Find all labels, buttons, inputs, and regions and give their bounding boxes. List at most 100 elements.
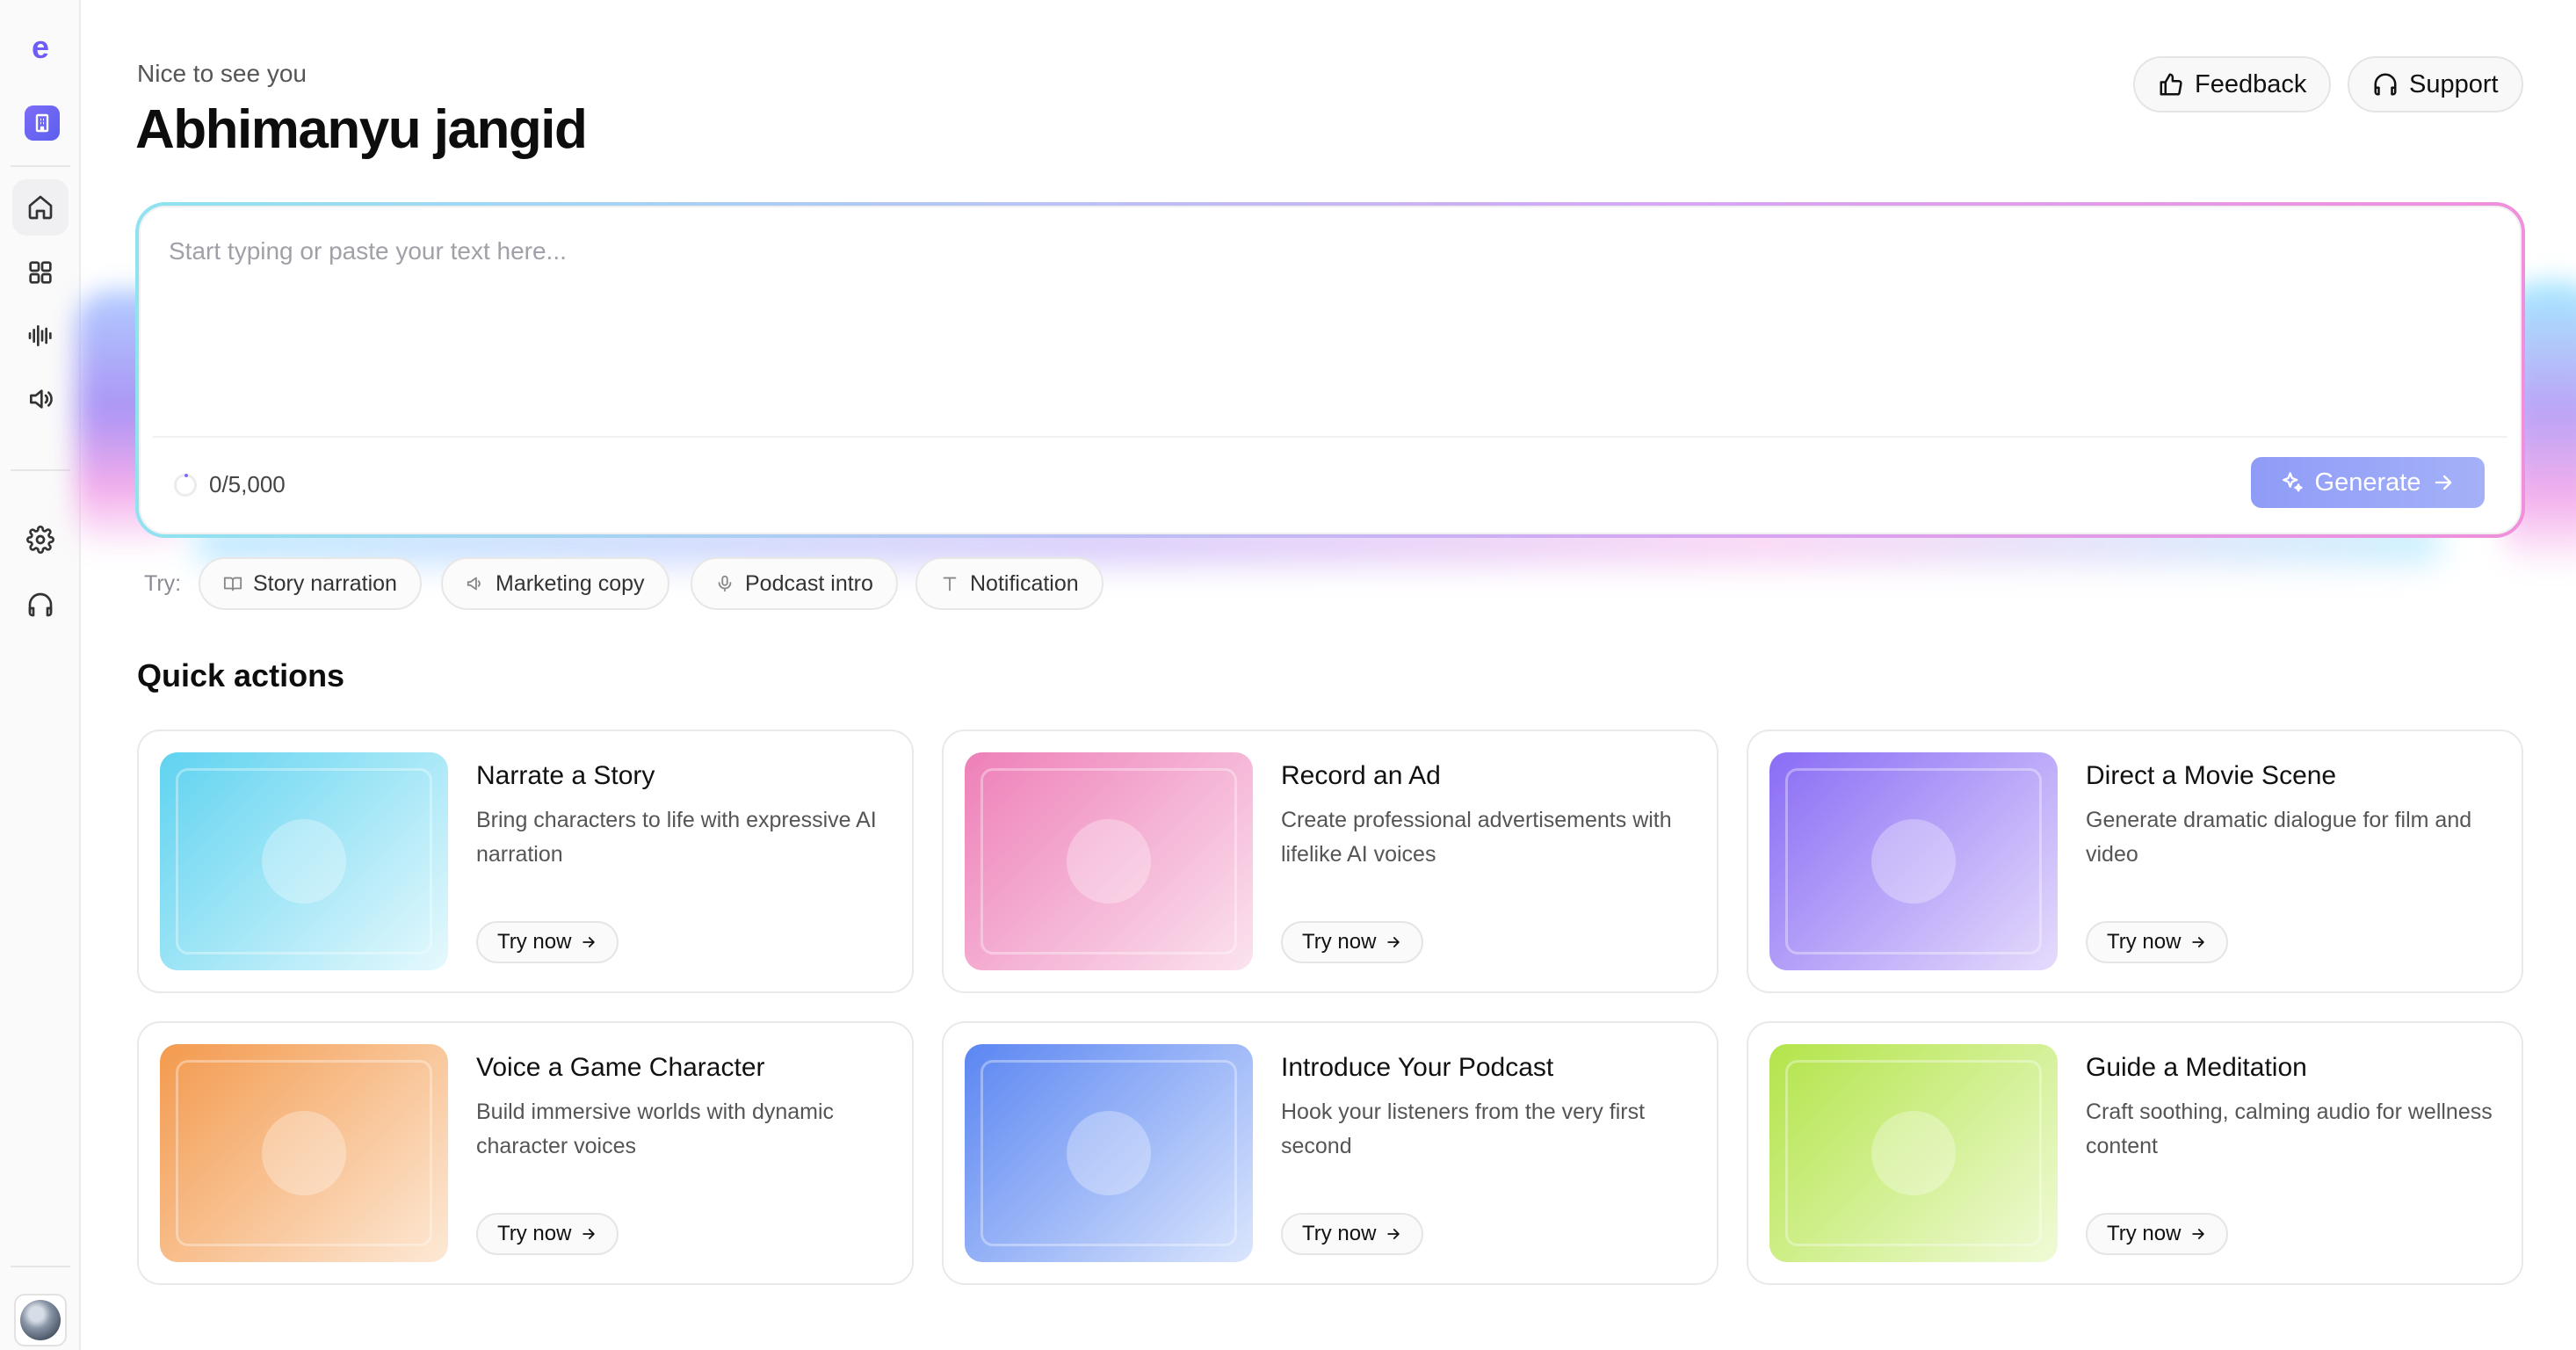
home-icon	[28, 195, 53, 220]
try-now-button[interactable]: Try now	[1281, 921, 1424, 963]
arrow-right-icon	[2435, 475, 2452, 490]
card-description: Generate dramatic dialogue for film and …	[2086, 808, 2472, 867]
sidebar-item-voices[interactable]	[12, 308, 69, 364]
card-title: Narrate a Story	[476, 761, 655, 790]
try-now-button[interactable]: Try now	[1281, 1213, 1424, 1255]
try-now-button[interactable]: Try now	[2086, 1213, 2229, 1255]
card-title: Guide a Meditation	[2086, 1053, 2307, 1082]
arrow-right-icon	[1387, 1229, 1400, 1239]
progress-ring-icon	[174, 473, 197, 497]
text-editor-card: 0/5,000 Generate	[135, 202, 2525, 538]
arrow-right-icon	[1387, 937, 1400, 947]
sidebar-item-audio[interactable]	[12, 371, 69, 427]
workspace-button[interactable]	[25, 105, 60, 141]
arrow-right-icon	[582, 1229, 596, 1239]
sidebar-item-apps[interactable]	[12, 244, 69, 301]
sidebar-item-support[interactable]	[12, 577, 69, 633]
try-now-button[interactable]: Try now	[2086, 921, 2229, 963]
grid-icon	[29, 261, 52, 284]
arrow-right-icon	[582, 937, 596, 947]
building-icon	[35, 113, 49, 133]
card-thumbnail	[160, 1044, 448, 1262]
chip-marketing-copy[interactable]: Marketing copy	[441, 557, 669, 610]
thumbnail-circle	[262, 819, 346, 904]
thumbnail-circle	[262, 1111, 346, 1195]
card-description: Bring characters to life with expressive…	[476, 808, 877, 867]
card-thumbnail	[1769, 752, 2058, 970]
card-description: Build immersive worlds with dynamic char…	[476, 1100, 835, 1158]
card-description: Craft soothing, calming audio for wellne…	[2086, 1100, 2493, 1158]
try-now-label: Try now	[1302, 930, 1377, 954]
chip-label: Podcast intro	[745, 570, 873, 596]
card-thumbnail	[160, 752, 448, 970]
card-thumbnail	[965, 752, 1253, 970]
sparkles-icon	[2282, 472, 2303, 492]
text-icon	[943, 577, 957, 592]
try-now-button[interactable]: Try now	[476, 1213, 619, 1255]
page-title: Abhimanyu jangid	[135, 99, 588, 160]
speaker-icon	[30, 389, 53, 409]
card-thumbnail	[965, 1044, 1253, 1262]
quick-action-card[interactable]: Record an Ad Create professional adverti…	[942, 729, 1719, 993]
arrow-right-icon	[2192, 1229, 2205, 1239]
headphones-icon	[2374, 73, 2397, 96]
chip-notification[interactable]: Notification	[915, 557, 1103, 610]
greeting-text: Nice to see you	[137, 60, 307, 87]
card-title: Record an Ad	[1281, 761, 1441, 790]
sidebar: e	[0, 0, 81, 1350]
megaphone-icon	[467, 577, 481, 591]
try-now-button[interactable]: Try now	[476, 921, 619, 963]
chip-label: Notification	[970, 570, 1079, 596]
chip-podcast-intro[interactable]: Podcast intro	[691, 557, 898, 610]
quick-action-card[interactable]: Guide a Meditation Craft soothing, calmi…	[1747, 1021, 2523, 1285]
suggestions-label: Try:	[144, 571, 182, 596]
microphone-icon	[718, 575, 732, 592]
gear-icon	[26, 526, 54, 554]
support-label: Support	[2409, 69, 2499, 98]
app-logo[interactable]: e	[23, 29, 58, 65]
text-editor: 0/5,000 Generate	[139, 206, 2522, 534]
card-title: Introduce Your Podcast	[1281, 1053, 1554, 1082]
quick-action-card[interactable]: Introduce Your Podcast Hook your listene…	[942, 1021, 1719, 1285]
try-now-label: Try now	[497, 930, 572, 954]
try-now-label: Try now	[1302, 1222, 1377, 1245]
card-title: Voice a Game Character	[476, 1053, 765, 1082]
thumbs-up-icon	[2160, 73, 2182, 96]
quick-action-card[interactable]: Voice a Game Character Build immersive w…	[137, 1021, 914, 1285]
sidebar-divider	[11, 469, 70, 471]
section-title-quick-actions: Quick actions	[137, 657, 345, 693]
quick-action-card[interactable]: Narrate a Story Bring characters to life…	[137, 729, 914, 993]
try-now-label: Try now	[497, 1222, 572, 1245]
text-input[interactable]	[169, 237, 2471, 413]
feedback-button[interactable]: Feedback	[2133, 56, 2332, 112]
try-now-label: Try now	[2107, 1222, 2182, 1245]
card-description: Hook your listeners from the very first …	[1281, 1100, 1646, 1158]
support-button[interactable]: Support	[2348, 56, 2523, 112]
book-icon	[223, 577, 242, 592]
quick-action-card[interactable]: Direct a Movie Scene Generate dramatic d…	[1747, 729, 2523, 993]
card-description: Create professional advertisements with …	[1281, 808, 1672, 867]
card-thumbnail	[1769, 1044, 2058, 1262]
character-counter: 0/5,000	[174, 471, 286, 498]
chip-label: Story narration	[253, 570, 397, 596]
generate-button[interactable]: Generate	[2251, 457, 2485, 508]
card-title: Direct a Movie Scene	[2086, 761, 2337, 790]
try-now-label: Try now	[2107, 930, 2182, 954]
generate-label: Generate	[2314, 468, 2421, 497]
sidebar-divider	[11, 1266, 70, 1267]
avatar-image	[20, 1300, 61, 1340]
counter-text: 0/5,000	[209, 471, 286, 497]
user-avatar[interactable]	[14, 1294, 67, 1346]
sidebar-item-home[interactable]	[12, 179, 69, 236]
thumbnail-circle	[1067, 1111, 1151, 1195]
chip-label: Marketing copy	[496, 570, 645, 596]
headphones-icon	[28, 592, 53, 617]
thumbnail-circle	[1871, 819, 1956, 904]
feedback-label: Feedback	[2195, 69, 2307, 98]
sidebar-divider	[11, 165, 70, 167]
arrow-right-icon	[2192, 937, 2205, 947]
chip-story-narration[interactable]: Story narration	[199, 557, 422, 610]
waveform-icon	[28, 325, 52, 346]
editor-divider	[153, 436, 2507, 438]
sidebar-item-settings[interactable]	[12, 512, 69, 568]
